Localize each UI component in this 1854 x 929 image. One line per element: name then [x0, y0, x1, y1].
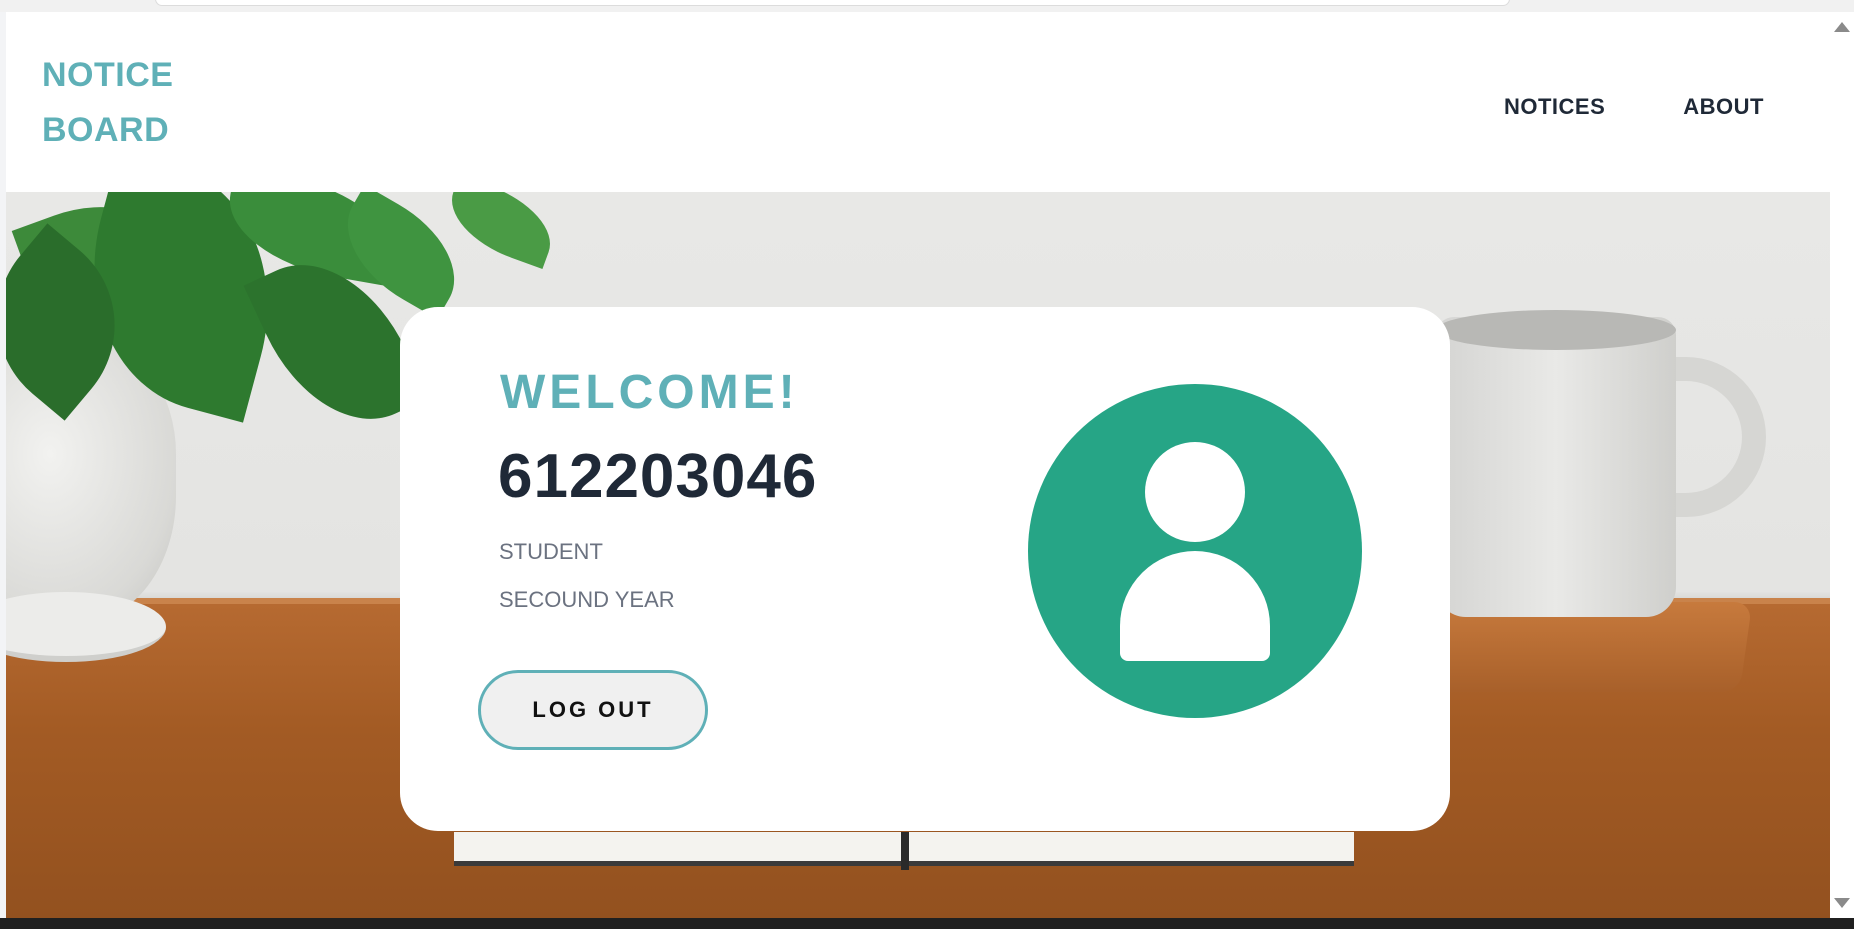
avatar-body: [1120, 551, 1270, 661]
user-icon: [1028, 384, 1362, 718]
page-window: NOTICE BOARD NOTICES ABOUT WELCOME! 6122…: [6, 12, 1830, 918]
user-role: STUDENT: [499, 539, 603, 564]
nav-about-link[interactable]: ABOUT: [1683, 94, 1764, 120]
nav-notices-link[interactable]: NOTICES: [1504, 94, 1605, 120]
brand-logo[interactable]: NOTICE BOARD: [42, 48, 262, 158]
avatar-head: [1145, 442, 1245, 542]
book-spine: [901, 832, 909, 870]
scroll-down-icon[interactable]: [1834, 898, 1850, 908]
profile-card: WELCOME! 612203046 STUDENT SECOUND YEAR …: [400, 307, 1450, 831]
navbar: NOTICE BOARD NOTICES ABOUT: [6, 12, 1830, 192]
nav-links: NOTICES ABOUT: [1504, 94, 1764, 120]
plant-leaf: [439, 192, 563, 270]
taskbar-strip: [0, 918, 1854, 929]
browser-top-strip: [0, 0, 1854, 12]
welcome-heading: WELCOME!: [500, 366, 799, 419]
coffee-mug: [1436, 317, 1676, 617]
mug-rim: [1436, 310, 1676, 350]
address-bar-edge: [155, 0, 1510, 6]
brand-line-1: NOTICE: [42, 56, 174, 94]
scroll-up-icon[interactable]: [1834, 22, 1850, 32]
brand-line-2: BOARD: [42, 111, 170, 149]
logout-button[interactable]: LOG OUT: [478, 670, 708, 750]
user-id: 612203046: [498, 442, 818, 511]
user-year: SECOUND YEAR: [499, 587, 675, 612]
vertical-scrollbar[interactable]: [1830, 12, 1854, 918]
hero-background: WELCOME! 612203046 STUDENT SECOUND YEAR …: [6, 192, 1830, 918]
